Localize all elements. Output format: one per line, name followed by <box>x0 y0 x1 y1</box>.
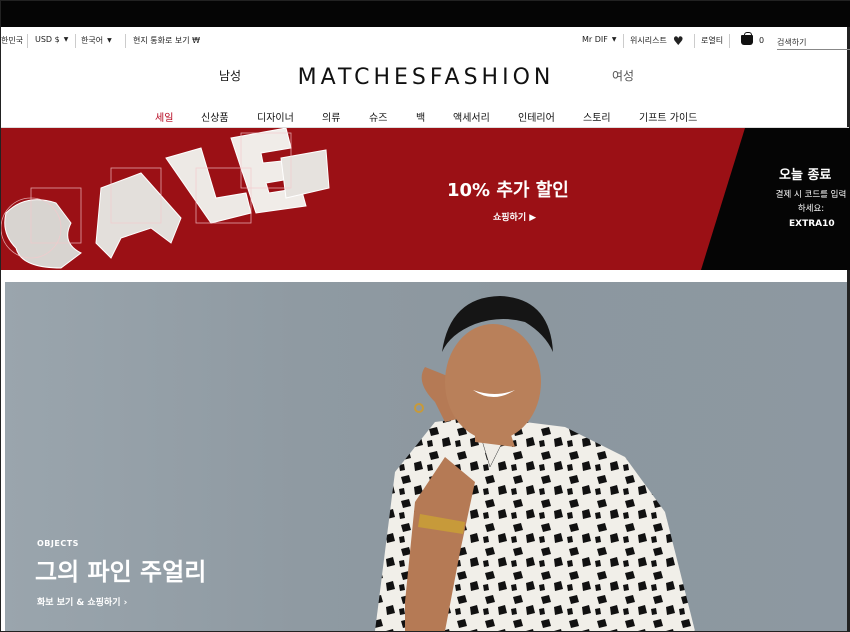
wishlist-link[interactable]: 위시리스트 ♥ <box>630 33 684 48</box>
account-label: Mr DIF <box>582 35 608 44</box>
browser-window: 한민국 USD $ ▼ 한국어 ▼ 현지 통화로 보기 ₩ Mr DIF ▼ 위… <box>0 0 850 632</box>
nav-item-designers[interactable]: 디자이너 <box>257 109 294 124</box>
wishlist-label: 위시리스트 <box>630 36 667 45</box>
country-label: 한민국 <box>1 36 24 45</box>
sale-banner[interactable]: 10% 추가 할인 쇼핑하기 ▶ 오늘 종료 결제 시 코드를 입력하세요: E… <box>1 128 850 270</box>
men-link[interactable]: 남성 <box>219 67 241 84</box>
promo-code: EXTRA10 <box>789 219 835 229</box>
chevron-down-icon: ▼ <box>107 37 112 44</box>
nav-item-gift-guide[interactable]: 기프트 가이드 <box>639 109 697 124</box>
country-selector[interactable]: 한민국 <box>1 35 23 46</box>
language-label: 한국어 <box>81 36 104 45</box>
nav-item-bags[interactable]: 백 <box>416 109 425 124</box>
utility-bar: 한민국 USD $ ▼ 한국어 ▼ 현지 통화로 보기 ₩ Mr DIF ▼ 위… <box>1 31 850 53</box>
hero-category: OBJECTS <box>37 539 79 548</box>
utility-divider <box>729 34 730 48</box>
site-logo[interactable]: MATCHESFASHION <box>271 62 581 92</box>
nav-item-sale[interactable]: 세일 <box>155 109 173 124</box>
hero-banner[interactable]: OBJECTS 그의 파인 주얼리 화보 보기 & 쇼핑하기 › <box>5 282 847 631</box>
chevron-down-icon: ▼ <box>611 36 617 43</box>
nav-item-clothing[interactable]: 의류 <box>322 109 340 124</box>
nav-item-new[interactable]: 신상품 <box>201 109 229 124</box>
browser-top-bar <box>1 1 850 27</box>
hero-title: 그의 파인 주얼리 <box>35 558 207 586</box>
nav-item-accessories[interactable]: 액세서리 <box>453 109 490 124</box>
sale-code-instruction: 결제 시 코드를 입력하세요: <box>775 190 847 214</box>
account-menu[interactable]: Mr DIF ▼ <box>582 35 616 44</box>
nav-item-interior[interactable]: 인테리어 <box>518 109 555 124</box>
sale-slant-divider <box>701 128 745 270</box>
heart-icon: ♥ <box>672 33 684 48</box>
search-placeholder: 검색하기 <box>777 37 807 47</box>
cart-link[interactable]: 0 <box>741 32 765 45</box>
cart-count: 0 <box>759 35 765 45</box>
local-currency-label: 현지 통화로 보기 ₩ <box>133 36 201 45</box>
utility-divider <box>623 34 624 48</box>
sale-shop-link[interactable]: 쇼핑하기 ▶ <box>493 210 536 223</box>
nav-item-shoes[interactable]: 슈즈 <box>369 109 387 124</box>
main-nav: 세일 신상품 디자이너 의류 슈즈 백 액세서리 인테리어 스토리 기프트 가이… <box>1 109 849 127</box>
chevron-down-icon: ▼ <box>63 36 69 43</box>
currency-label: USD $ <box>35 35 60 44</box>
local-currency-link[interactable]: 현지 통화로 보기 ₩ <box>133 35 200 46</box>
header: 남성 MATCHESFASHION 여성 <box>1 57 849 97</box>
utility-divider <box>125 34 126 48</box>
loyalty-label: 로열티 <box>701 36 724 45</box>
sale-ends-title: 오늘 종료 <box>779 168 832 183</box>
women-link[interactable]: 여성 <box>612 67 634 84</box>
loyalty-link[interactable]: 로열티 <box>701 35 723 46</box>
sale-title: 10% 추가 할인 <box>447 180 569 201</box>
sale-3d-letters-image <box>1 128 330 269</box>
search-input[interactable]: 검색하기 <box>777 35 850 50</box>
language-selector[interactable]: 한국어 ▼ <box>81 35 112 46</box>
hero-shop-link[interactable]: 화보 보기 & 쇼핑하기 › <box>37 595 127 608</box>
utility-divider <box>27 34 28 48</box>
nav-item-stories[interactable]: 스토리 <box>583 109 611 124</box>
currency-selector[interactable]: USD $ ▼ <box>35 35 68 44</box>
shopping-bag-icon <box>741 32 753 45</box>
utility-divider <box>75 34 76 48</box>
utility-divider <box>694 34 695 48</box>
